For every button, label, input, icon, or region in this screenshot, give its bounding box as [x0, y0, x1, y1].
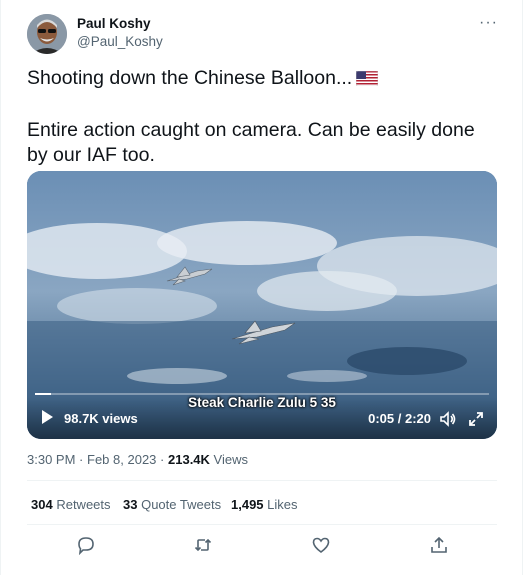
- retweets-count: 304: [31, 497, 53, 512]
- video-player[interactable]: Steak Charlie Zulu 5 35 98.7K views 0:05…: [27, 171, 497, 439]
- quote-tweets-stat[interactable]: 33 Quote Tweets: [123, 497, 221, 512]
- meta-dot: ·: [160, 452, 165, 467]
- video-views: 98.7K views: [64, 411, 138, 426]
- author-name[interactable]: Paul Koshy: [77, 16, 151, 31]
- play-icon[interactable]: [39, 409, 55, 430]
- volume-icon[interactable]: [439, 410, 457, 433]
- tweet-actions: [27, 535, 497, 559]
- fullscreen-icon[interactable]: [467, 410, 485, 433]
- likes-stat[interactable]: 1,495 Likes: [231, 497, 298, 512]
- meta-separator: ·: [79, 452, 84, 467]
- tweet-meta: 3:30 PM · Feb 8, 2023 · 213.4K Views: [27, 452, 248, 467]
- reply-icon[interactable]: [76, 535, 96, 556]
- retweet-icon[interactable]: [193, 535, 213, 555]
- retweets-label: Retweets: [56, 497, 111, 512]
- views-count: 213.4K: [168, 452, 210, 467]
- us-flag-icon: [355, 68, 379, 93]
- quotes-label: Quote Tweets: [141, 497, 222, 512]
- like-icon[interactable]: [311, 535, 331, 555]
- quotes-count: 33: [123, 497, 138, 512]
- video-subtitle: Steak Charlie Zulu 5 35: [188, 395, 336, 410]
- tweet-line-2: Entire action caught on camera. Can be e…: [27, 119, 475, 166]
- author-handle[interactable]: @Paul_Koshy: [77, 34, 163, 49]
- likes-label: Likes: [267, 497, 298, 512]
- more-options-icon[interactable]: ···: [479, 14, 498, 32]
- avatar[interactable]: [27, 14, 67, 54]
- tweet-text: Shooting down the Chinese Balloon... Ent…: [27, 66, 497, 168]
- tweet-date[interactable]: Feb 8, 2023: [87, 452, 156, 467]
- tweet-line-1: Shooting down the Chinese Balloon...: [27, 66, 497, 93]
- share-icon[interactable]: [429, 535, 449, 555]
- left-border: [0, 0, 1, 575]
- tweet-line-1-text: Shooting down the Chinese Balloon...: [27, 67, 353, 89]
- views-label: Views: [213, 452, 248, 467]
- divider-top: [27, 480, 497, 481]
- retweets-stat[interactable]: 304 Retweets: [31, 497, 111, 512]
- tweet-time[interactable]: 3:30 PM: [27, 452, 75, 467]
- tweet-header: Paul Koshy @Paul_Koshy ···: [27, 12, 502, 56]
- likes-count: 1,495: [231, 497, 264, 512]
- divider-bottom: [27, 524, 497, 525]
- video-time: 0:05 / 2:20: [368, 411, 431, 426]
